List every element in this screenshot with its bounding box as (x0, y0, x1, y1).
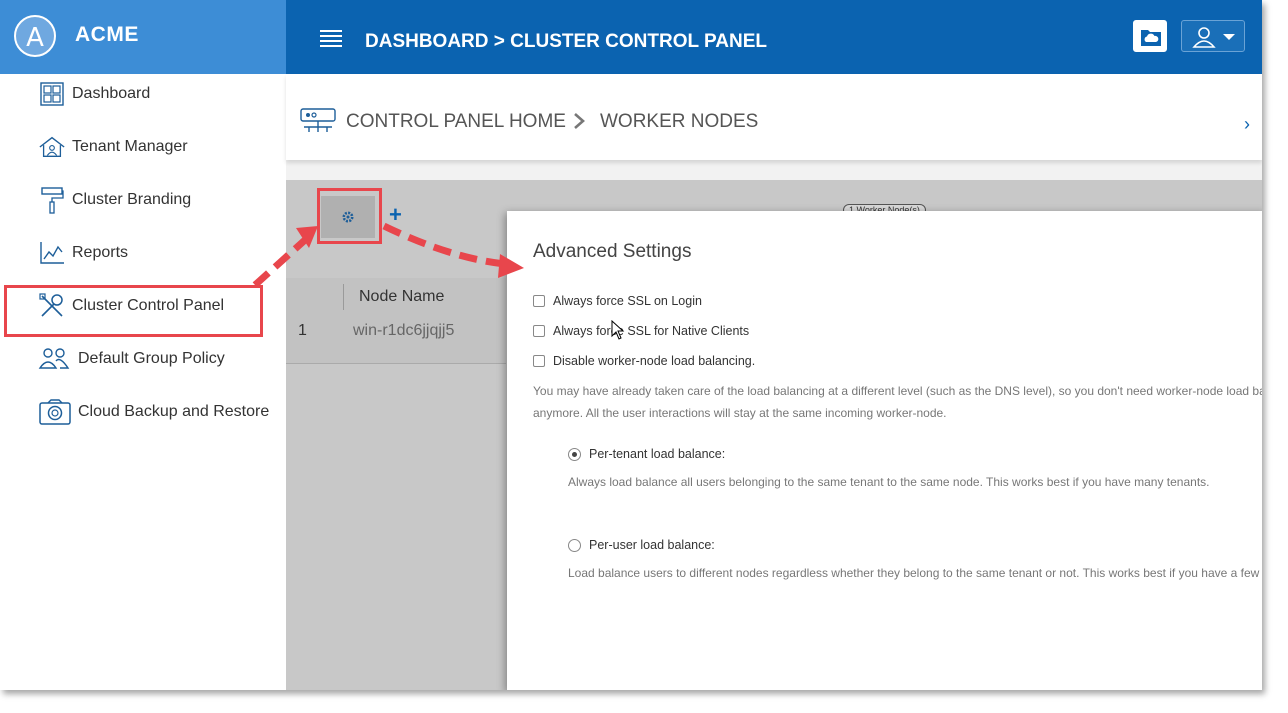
sidebar-item-label: Cloud Backup and Restore (78, 403, 270, 420)
chevron-right-more-icon[interactable]: › (1244, 114, 1250, 135)
sidebar-item-cluster-branding[interactable]: Cluster Branding (38, 185, 191, 215)
radio-per-tenant[interactable]: Per-tenant load balance: (568, 447, 725, 461)
paint-roller-icon (38, 187, 66, 214)
checkbox[interactable] (533, 325, 545, 337)
radio-description: Load balance users to different nodes re… (568, 566, 1262, 580)
column-header-node-name[interactable]: Node Name (359, 288, 444, 306)
tenant-house-icon (38, 134, 66, 160)
user-menu-button[interactable] (1181, 20, 1245, 52)
sidebar-item-default-group-policy[interactable]: Default Group Policy (38, 344, 225, 374)
sidebar-item-label: Tenant Manager (72, 138, 188, 155)
load-balancing-note: You may have already taken care of the l… (533, 380, 1262, 424)
page: A ACME DASHBOARD > CLUSTER CONTROL PANEL (0, 0, 1262, 690)
server-network-icon (300, 108, 336, 132)
highlight-box-sidebar (4, 285, 263, 337)
sidebar: Dashboard Tenant Manager Cluster Brandin… (0, 74, 286, 690)
radio-button-selected[interactable] (568, 447, 581, 461)
table-row-node-name[interactable]: win-r1dc6jjqjj5 (353, 322, 454, 340)
add-node-button[interactable]: + (389, 202, 402, 228)
note-line: anymore. All the user interactions will … (533, 406, 947, 420)
dashboard-icon (38, 81, 66, 107)
radio-label: Per-tenant load balance: (589, 447, 726, 461)
top-bar: DASHBOARD > CLUSTER CONTROL PANEL (286, 0, 1262, 74)
checkbox-label: Disable worker-node load balancing. (553, 354, 756, 368)
breadcrumb: CONTROL PANEL HOME WORKER NODES › (286, 74, 1262, 160)
column-divider (343, 284, 344, 310)
radio-description: Always load balance all users belonging … (568, 475, 1210, 489)
sidebar-item-label: Default Group Policy (78, 350, 225, 367)
advanced-settings-dialog: Advanced Settings Always force SSL on Lo… (507, 211, 1262, 690)
highlight-box-settings (317, 188, 382, 244)
checkbox[interactable] (533, 355, 545, 367)
sidebar-item-label: Cluster Branding (72, 191, 192, 208)
radio-label: Per-user load balance: (589, 538, 715, 552)
checkbox[interactable] (533, 295, 545, 307)
chevron-right-icon (574, 113, 585, 129)
sidebar-item-dashboard[interactable]: Dashboard (38, 79, 150, 109)
breadcrumb-home-link[interactable]: CONTROL PANEL HOME (346, 111, 566, 133)
note-line: You may have already taken care of the l… (533, 384, 1262, 398)
hamburger-menu-icon[interactable] (320, 30, 342, 48)
cloud-folder-button[interactable] (1133, 20, 1167, 52)
camera-icon (38, 399, 72, 425)
checkbox-label: Always force SSL for Native Clients (553, 324, 750, 338)
checkbox-label: Always force SSL on Login (553, 294, 702, 308)
brand-name: ACME (75, 23, 139, 46)
acme-logo[interactable]: A (14, 15, 56, 57)
chevron-down-icon (1223, 34, 1235, 40)
sidebar-item-tenant-manager[interactable]: Tenant Manager (38, 132, 188, 162)
checkbox-disable-load-balancing[interactable]: Disable worker-node load balancing. (533, 354, 755, 368)
sidebar-item-label: Reports (72, 244, 129, 261)
sidebar-item-label: Dashboard (72, 85, 151, 102)
radio-per-user[interactable]: Per-user load balance: (568, 538, 715, 552)
sidebar-item-reports[interactable]: Reports (38, 238, 128, 268)
table-row-number: 1 (298, 322, 307, 339)
nodes-table: Node Name 1 win-r1dc6jjqjj5 (286, 278, 506, 364)
breadcrumb-current: WORKER NODES (600, 111, 759, 132)
logo-letter: A (26, 23, 44, 53)
checkbox-force-ssl-login[interactable]: Always force SSL on Login (533, 294, 702, 308)
chart-icon (38, 240, 66, 266)
checkbox-force-ssl-native[interactable]: Always force SSL for Native Clients (533, 324, 749, 338)
sidebar-item-cloud-backup[interactable]: Cloud Backup and Restore (38, 397, 269, 427)
users-icon (38, 346, 72, 372)
page-title: DASHBOARD > CLUSTER CONTROL PANEL (365, 31, 768, 52)
brand-header: A ACME (0, 0, 286, 74)
mouse-cursor-icon (611, 320, 625, 340)
user-icon (1192, 27, 1235, 48)
radio-button[interactable] (568, 538, 581, 552)
cloud-folder-icon (1141, 30, 1161, 46)
dialog-title: Advanced Settings (533, 241, 692, 262)
